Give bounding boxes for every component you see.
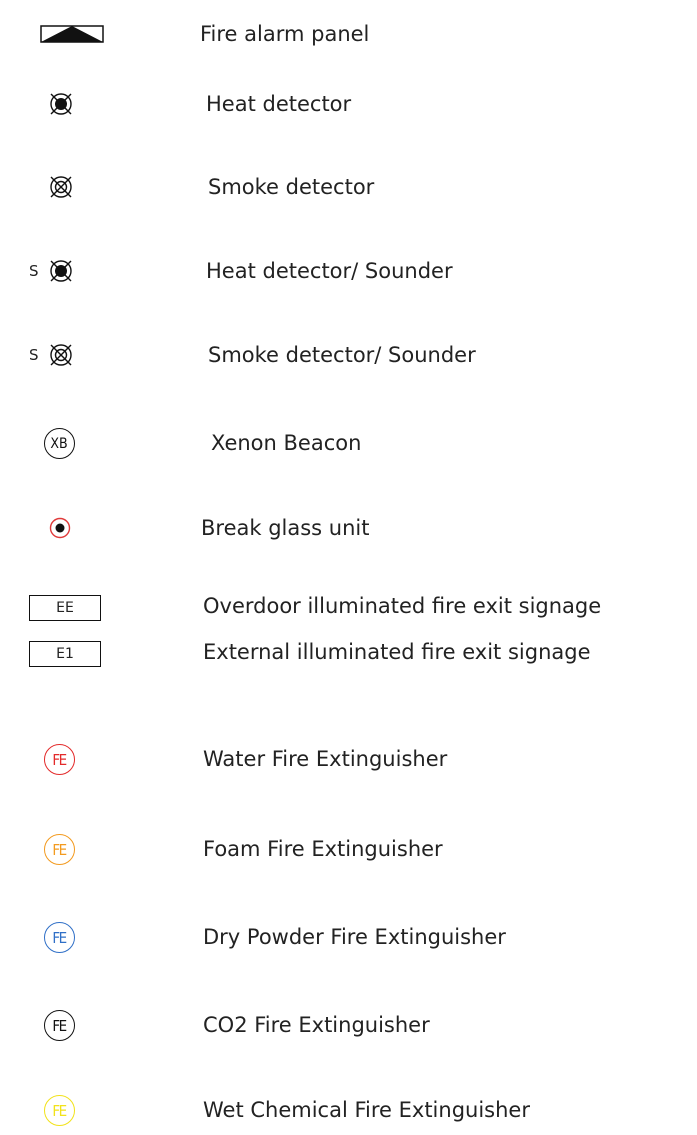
legend-label: Overdoor illuminated fire exit signage [203,594,602,618]
wet-chemical-extinguisher-icon: FE [44,1095,75,1126]
legend-label: Smoke detector [208,175,375,199]
water-extinguisher-icon: FE [44,744,75,775]
legend-row-foam-extinguisher: FE Foam Fire Extinguisher [0,824,697,874]
external-sign-icon: E1 [29,641,101,667]
fire-alarm-panel-icon [40,9,104,59]
xenon-beacon-icon: XB [44,428,75,459]
legend-row-dry-powder-extinguisher: FE Dry Powder Fire Extinguisher [0,912,697,962]
legend-row-wet-chemical-extinguisher: FE Wet Chemical Fire Extinguisher [0,1085,697,1135]
smoke-detector-icon [48,162,74,212]
legend-label: Xenon Beacon [211,431,362,455]
legend-row-overdoor-signage: EE Overdoor illuminated fire exit signag… [0,581,697,631]
legend-label: Break glass unit [201,516,370,540]
legend-row-heat-detector: Heat detector [0,79,697,129]
legend-row-fire-alarm-panel: Fire alarm panel [0,9,697,59]
legend-label: External illuminated fire exit signage [203,640,591,664]
legend-row-water-extinguisher: FE Water Fire Extinguisher [0,734,697,784]
legend-row-smoke-detector: Smoke detector [0,162,697,212]
co2-extinguisher-icon: FE [44,1010,75,1041]
smoke-detector-sounder-icon [48,330,74,380]
legend-row-co2-extinguisher: FE CO2 Fire Extinguisher [0,1000,697,1050]
legend-label: Heat detector/ Sounder [206,259,453,283]
legend-row-smoke-detector-sounder: S Smoke detector/ Sounder [0,330,697,380]
legend-row-external-signage: E1 External illuminated fire exit signag… [0,627,697,677]
symbol-legend: Fire alarm panel Heat detector Smoke det… [0,0,697,1135]
legend-label: Heat detector [206,92,352,116]
legend-label: CO2 Fire Extinguisher [203,1013,430,1037]
legend-label: Dry Powder Fire Extinguisher [203,925,506,949]
sounder-prefix: S [29,262,39,280]
legend-label: Foam Fire Extinguisher [203,837,443,861]
legend-row-break-glass-unit: Break glass unit [0,503,697,553]
legend-label: Smoke detector/ Sounder [208,343,476,367]
heat-detector-icon [48,79,74,129]
sounder-prefix: S [29,346,39,364]
legend-row-xenon-beacon: XB Xenon Beacon [0,418,697,468]
legend-label: Wet Chemical Fire Extinguisher [203,1098,530,1122]
legend-row-heat-detector-sounder: S Heat detector/ Sounder [0,246,697,296]
legend-label: Water Fire Extinguisher [203,747,448,771]
dry-powder-extinguisher-icon: FE [44,922,75,953]
overdoor-sign-icon: EE [29,595,101,621]
break-glass-unit-icon [49,503,71,553]
heat-detector-sounder-icon [48,246,74,296]
legend-label: Fire alarm panel [200,22,370,46]
foam-extinguisher-icon: FE [44,834,75,865]
